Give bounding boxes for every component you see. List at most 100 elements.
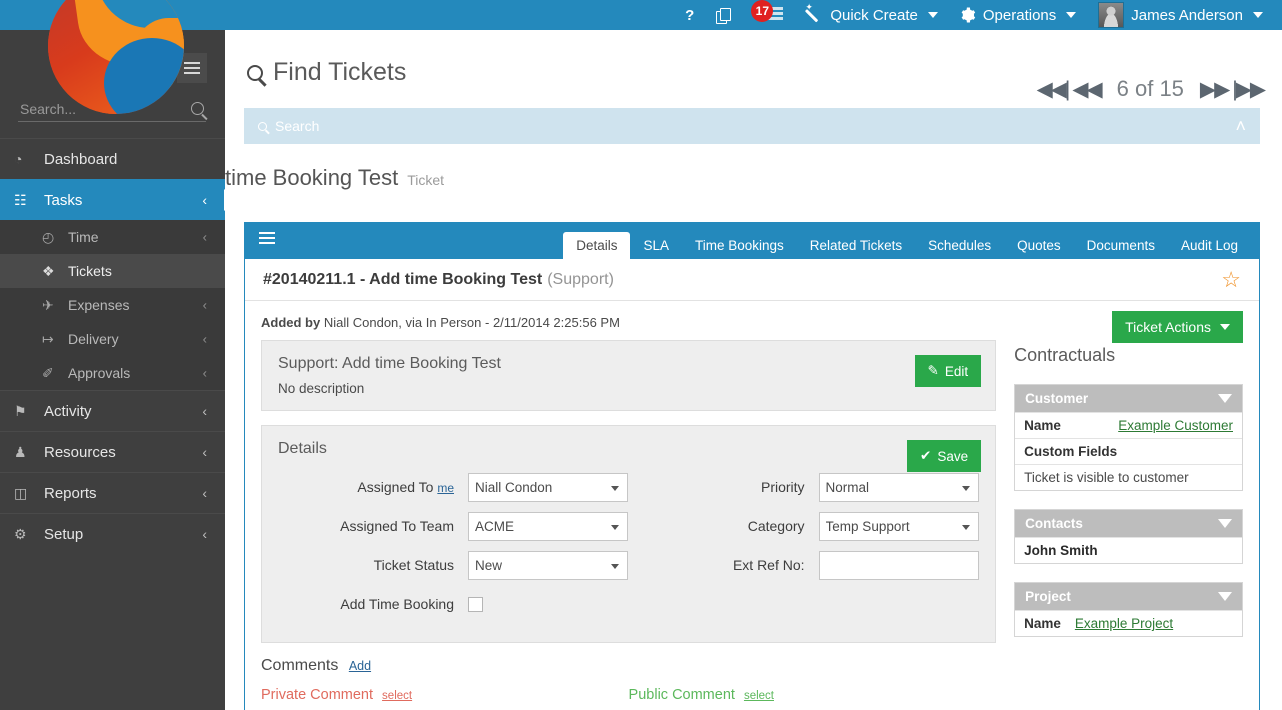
ticket-actions-button[interactable]: Ticket Actions (1112, 311, 1243, 343)
tab-schedules[interactable]: Schedules (915, 232, 1004, 259)
sidebar-item-delivery[interactable]: ↦ Delivery ‹ (0, 322, 225, 356)
field-assigned-to: Assigned To me Niall Condon (278, 472, 629, 502)
project-name-link[interactable]: Example Project (1075, 616, 1173, 631)
assigned-team-label: Assigned To Team (278, 518, 468, 534)
chevron-left-icon: ‹ (202, 485, 207, 501)
sidebar-item-time[interactable]: ◴ Time ‹ (0, 220, 225, 254)
app-logo[interactable] (48, 0, 184, 114)
sidebar-item-tickets[interactable]: ❖ Tickets (0, 254, 225, 288)
ticket-title-bar: #20140211.1 - Add time Booking Test (Sup… (245, 259, 1259, 301)
tab-audit-log[interactable]: Audit Log (1168, 232, 1251, 259)
add-comment-link[interactable]: Add (349, 659, 371, 673)
user-menu[interactable]: James Anderson (1087, 0, 1274, 30)
save-button-label: Save (937, 449, 968, 464)
sidebar-item-label: Resources (44, 444, 116, 461)
priority-select[interactable]: Normal (819, 473, 979, 502)
chevron-down-icon[interactable] (1218, 592, 1232, 601)
assigned-team-select[interactable]: ACME (468, 512, 628, 541)
ticket-status-control: New (468, 551, 628, 580)
notifications-button[interactable]: 17 (742, 0, 794, 30)
duplicate-button[interactable] (705, 0, 742, 30)
pagination-first-button[interactable]: ◀◀| (1037, 79, 1069, 100)
project-widget-header[interactable]: Project (1015, 583, 1242, 610)
tasks-icon: ☷ (14, 192, 44, 209)
paperclip-icon: ✐ (42, 365, 68, 382)
chevron-up-icon[interactable]: ˄ (1235, 116, 1246, 137)
panel-menu-button[interactable] (259, 232, 275, 244)
added-by-label: Added by (261, 315, 320, 330)
details-form-left: Assigned To me Niall Condon (278, 472, 629, 628)
search-icon[interactable] (191, 102, 204, 115)
customer-name-link[interactable]: Example Customer (1118, 418, 1233, 433)
ticket-panel: Details SLA Time Bookings Related Ticket… (244, 222, 1260, 710)
pagination: ◀◀| ◀◀ 6 of 15 ▶▶ |▶▶ (1037, 76, 1264, 102)
edit-button[interactable]: ✎ Edit (915, 355, 982, 387)
assigned-to-select[interactable]: Niall Condon (468, 473, 628, 502)
pagination-last-button[interactable]: |▶▶ (1232, 79, 1264, 100)
help-button[interactable]: ? (674, 0, 705, 30)
customer-widget: Customer Name Example Customer Custom Fi… (1014, 384, 1243, 491)
sidebar-subitem-label: Tickets (68, 263, 112, 279)
sidebar-item-label: Tasks (44, 192, 82, 209)
ticket-tabbar: Details SLA Time Bookings Related Ticket… (245, 223, 1259, 259)
ticket-status-select[interactable]: New (468, 551, 628, 580)
star-icon[interactable]: ☆ (1221, 269, 1241, 291)
sidebar-item-setup[interactable]: ⚙ Setup ‹ (0, 513, 225, 554)
sidebar-item-dashboard[interactable]: ◔ Dashboard (0, 138, 225, 179)
ticket-heading-type: Ticket (407, 172, 444, 188)
chevron-left-icon: ‹ (202, 444, 207, 460)
project-header-label: Project (1025, 589, 1071, 604)
ticket-main-column: Added by Niall Condon, via In Person - 2… (261, 315, 996, 703)
assigned-to-control: Niall Condon (468, 473, 628, 502)
tab-documents[interactable]: Documents (1074, 232, 1168, 259)
sidebar-item-activity[interactable]: ⚑ Activity ‹ (0, 390, 225, 431)
tab-details[interactable]: Details (563, 232, 630, 259)
pagination-next-button[interactable]: ▶▶ (1200, 79, 1228, 100)
edit-button-label: Edit (945, 364, 968, 379)
sidebar-item-expenses[interactable]: ✈ Expenses ‹ (0, 288, 225, 322)
field-priority: Priority Normal (629, 472, 980, 502)
tab-list: Details SLA Time Bookings Related Ticket… (563, 223, 1259, 259)
tab-related-tickets[interactable]: Related Tickets (797, 232, 915, 259)
tab-time-bookings[interactable]: Time Bookings (682, 232, 797, 259)
project-widget: Project Name Example Project (1014, 582, 1243, 637)
search-icon (247, 65, 263, 81)
add-time-booking-label: Add Time Booking (278, 596, 468, 612)
comments-row: Private Comment select Public Comment se… (261, 687, 996, 703)
chevron-down-icon[interactable] (1218, 519, 1232, 528)
public-comment-select-link[interactable]: select (744, 690, 774, 702)
chevron-down-icon (1253, 12, 1263, 18)
sidebar-subitem-label: Delivery (68, 331, 119, 347)
pagination-prev-button[interactable]: ◀◀ (1072, 79, 1100, 100)
save-button[interactable]: ✔ Save (907, 440, 981, 472)
operations-menu[interactable]: Operations (949, 0, 1087, 30)
add-time-booking-checkbox[interactable] (468, 597, 483, 612)
customer-widget-header[interactable]: Customer (1015, 385, 1242, 412)
chevron-down-icon[interactable] (1218, 394, 1232, 403)
sidebar-item-approvals[interactable]: ✐ Approvals ‹ (0, 356, 225, 390)
contact-row: John Smith (1015, 537, 1242, 563)
contact-name: John Smith (1024, 543, 1098, 558)
assign-to-me-link[interactable]: me (437, 481, 454, 495)
edit-icon: ✎ (928, 363, 939, 379)
private-comment-select-link[interactable]: select (382, 690, 412, 702)
ticket-side-column: Ticket Actions Contractuals Customer Nam… (1014, 315, 1243, 703)
avatar (1098, 2, 1124, 28)
ticket-body: Added by Niall Condon, via In Person - 2… (245, 301, 1259, 703)
category-control: Temp Support (819, 512, 979, 541)
ticket-status-label: Ticket Status (278, 557, 468, 573)
quick-create-menu[interactable]: Quick Create (794, 0, 949, 30)
category-selectwrap: Temp Support (819, 512, 979, 541)
sidebar-item-resources[interactable]: ♟ Resources ‹ (0, 431, 225, 472)
ext-ref-input[interactable] (819, 551, 979, 580)
category-select[interactable]: Temp Support (819, 512, 979, 541)
sidebar-item-tasks[interactable]: ☷ Tasks ‹ (0, 179, 225, 220)
chevron-left-icon: ‹ (203, 332, 207, 347)
private-comment: Private Comment select (261, 687, 629, 703)
tab-sla[interactable]: SLA (630, 232, 682, 259)
tab-quotes[interactable]: Quotes (1004, 232, 1074, 259)
search-filter-panel[interactable]: Search ˄ (244, 108, 1260, 144)
sidebar-item-reports[interactable]: ◫ Reports ‹ (0, 472, 225, 513)
search-panel-label: Search (275, 118, 319, 134)
contacts-widget-header[interactable]: Contacts (1015, 510, 1242, 537)
